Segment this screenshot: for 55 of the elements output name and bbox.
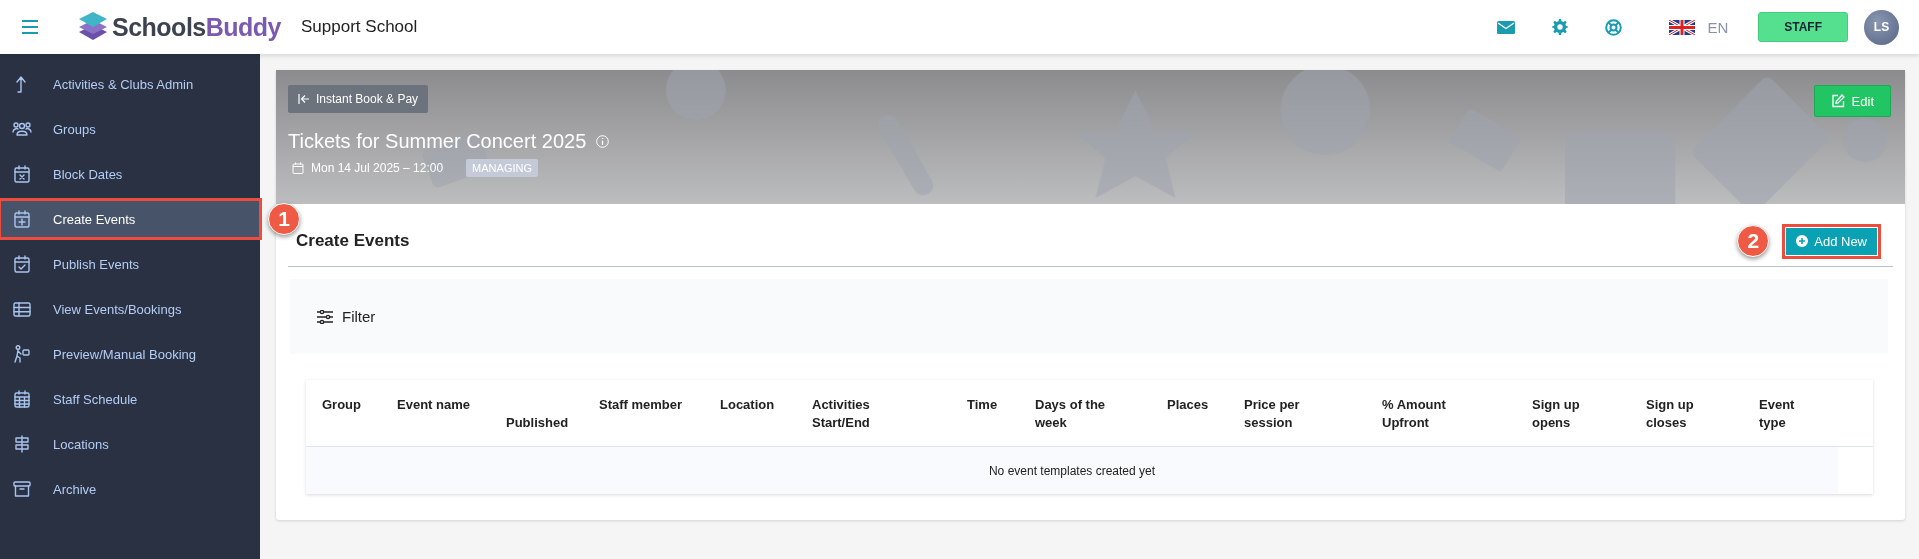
empty-message: No event templates created yet (306, 447, 1838, 494)
school-name: Support School (301, 17, 418, 37)
column-header: Days of the week (1035, 396, 1107, 432)
page-title: Tickets for Summer Concert 2025 (288, 130, 587, 153)
help-icon[interactable] (1605, 18, 1623, 36)
plus-icon (1796, 235, 1809, 247)
filter-button[interactable]: Filter (317, 308, 376, 325)
sidebar-item[interactable]: Publish Events (0, 245, 260, 283)
role-button[interactable]: STAFF (1758, 12, 1848, 42)
people-icon (12, 119, 32, 139)
step-marker: 2 (1737, 225, 1770, 257)
flag-icon[interactable] (1669, 19, 1696, 35)
column-header: Event type (1759, 396, 1796, 432)
step-marker: 1 (268, 203, 300, 235)
sidebar-item[interactable]: Locations (0, 425, 260, 463)
calendar-icon (12, 254, 32, 274)
logo-icon (78, 11, 108, 43)
brand-name: SchoolsBuddy (112, 12, 282, 42)
calendar-icon (12, 209, 32, 229)
status-badge: MANAGING (466, 159, 538, 177)
sidebar-item[interactable]: View Events/Bookings (0, 290, 260, 328)
edit-icon (1830, 94, 1845, 108)
back-button[interactable]: Instant Book & Pay (288, 85, 429, 113)
person-icon (12, 344, 32, 364)
back-arrow-icon (298, 94, 310, 104)
column-header: Activities Start/End (812, 396, 871, 432)
sidebar-item[interactable]: Block Dates (0, 155, 260, 193)
column-header: Price per session (1244, 396, 1301, 432)
sidebar-item[interactable]: Groups (0, 110, 260, 148)
sidebar-item[interactable]: Archive (0, 470, 260, 508)
signpost-icon (12, 434, 32, 454)
column-header: % Amount Upfront (1382, 396, 1447, 432)
calendar-icon (292, 162, 304, 174)
column-header: Event name (397, 396, 470, 414)
sidebar-item[interactable]: Staff Schedule (0, 380, 260, 418)
archive-icon (12, 479, 32, 499)
filter-icon (317, 309, 333, 324)
calendar-icon (12, 389, 32, 409)
column-header: Places (1167, 396, 1209, 414)
column-header: Staff member (599, 396, 683, 414)
sidebar-item[interactable]: Activities & Clubs Admin (0, 65, 260, 103)
column-header: Published (506, 414, 569, 432)
sidebar-item[interactable]: Preview/Manual Booking (0, 335, 260, 373)
column-header: Sign up opens (1532, 396, 1581, 432)
table-icon (12, 299, 32, 319)
column-header: Sign up closes (1646, 396, 1695, 432)
event-date: Mon 14 Jul 2025 – 12:00 (311, 161, 444, 175)
settings-icon[interactable] (1552, 19, 1569, 35)
column-header: Location (720, 396, 775, 414)
column-header: Time (967, 396, 998, 414)
column-header: Group (322, 396, 361, 414)
calendar-icon (12, 164, 32, 184)
menu-icon[interactable] (22, 20, 38, 34)
info-icon[interactable] (596, 135, 610, 148)
mail-icon[interactable] (1497, 20, 1516, 34)
